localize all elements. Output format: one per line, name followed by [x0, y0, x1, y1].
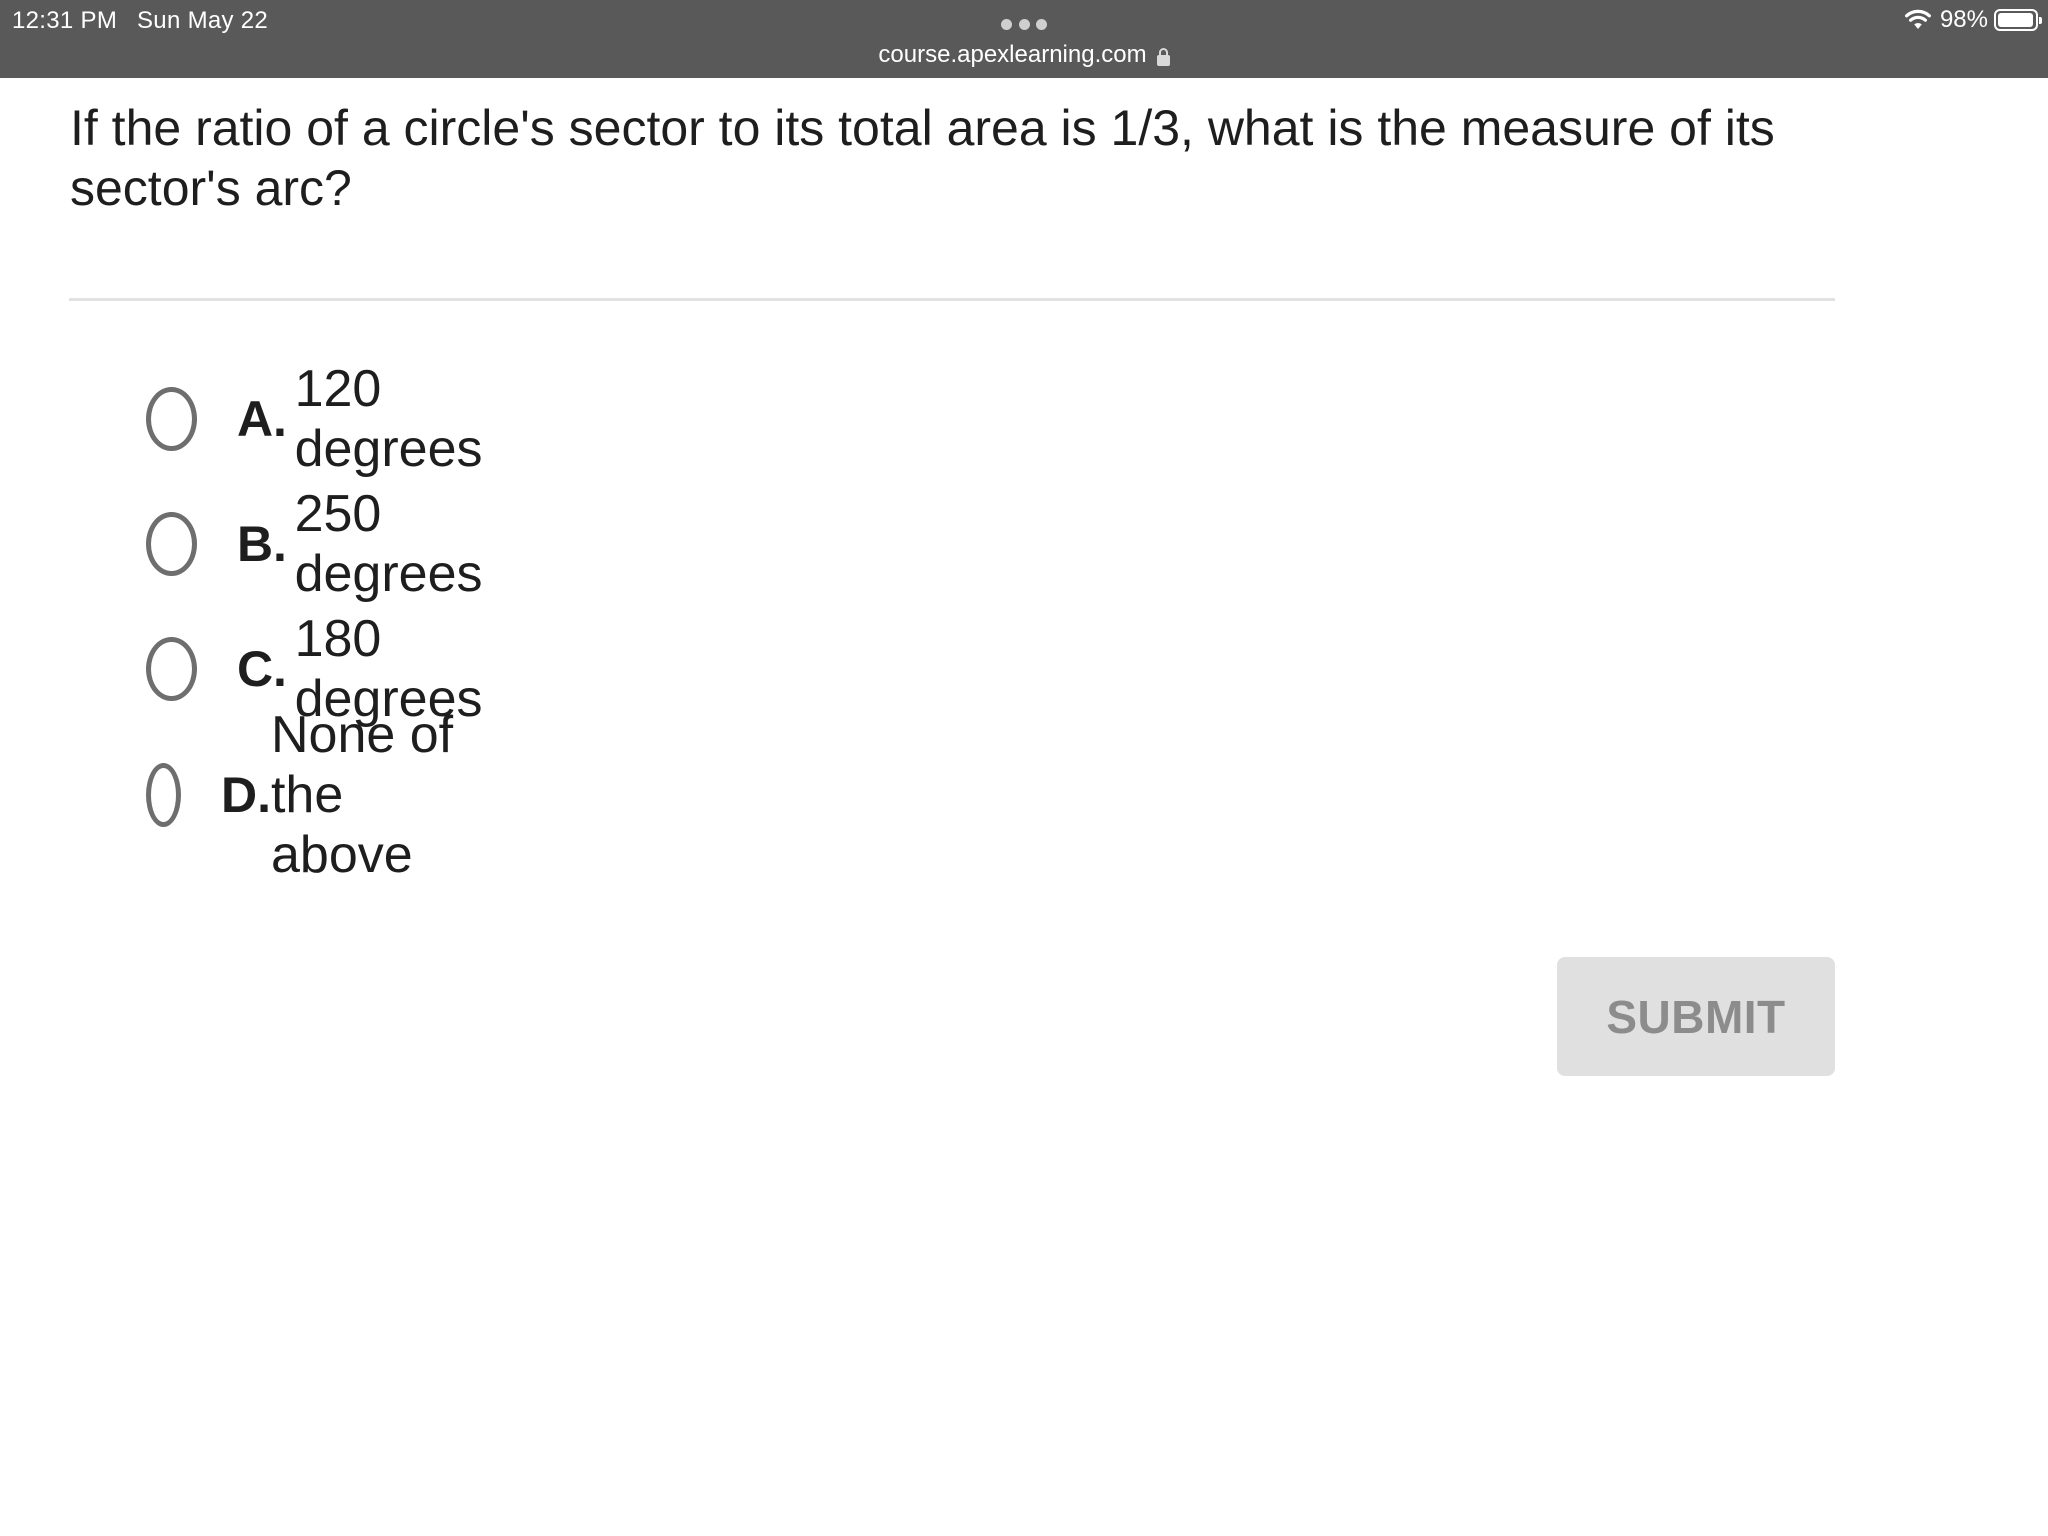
- option-c[interactable]: C. 180 degrees: [146, 610, 514, 728]
- battery-percentage: 98%: [1939, 6, 1988, 33]
- lock-icon: [1156, 48, 1170, 66]
- status-indicators: 98%: [1904, 4, 2042, 36]
- radio-button[interactable]: [146, 763, 181, 827]
- question-text: If the ratio of a circle's sector to its…: [70, 100, 1775, 216]
- url-text: course.apexlearning.com: [878, 41, 1147, 68]
- option-letter: B.: [236, 516, 287, 572]
- divider: [69, 298, 1835, 301]
- option-text: None of the above: [270, 706, 454, 884]
- battery-icon: [1994, 9, 2042, 31]
- option-text: 120 degrees: [294, 360, 483, 478]
- status-time: 12:31 PM: [12, 7, 118, 34]
- option-b[interactable]: B. 250 degrees: [146, 485, 514, 603]
- option-d[interactable]: D. None of the above: [146, 706, 468, 884]
- radio-button[interactable]: [146, 387, 197, 451]
- multitasking-dots-icon[interactable]: [1001, 19, 1047, 31]
- radio-button[interactable]: [146, 512, 197, 576]
- wifi-icon: [1904, 9, 1931, 29]
- option-letter: C.: [236, 641, 287, 697]
- option-letter: A.: [236, 391, 287, 447]
- radio-button[interactable]: [146, 637, 197, 701]
- option-a[interactable]: A. 120 degrees: [146, 360, 514, 478]
- address-bar[interactable]: course.apexlearning.com: [0, 38, 2048, 72]
- status-bar: 12:31 PM Sun May 22 course.apexlearning.…: [0, 0, 2048, 78]
- submit-button[interactable]: SUBMIT: [1557, 957, 1835, 1076]
- option-text: 250 degrees: [294, 485, 483, 603]
- option-letter: D.: [220, 767, 271, 823]
- quiz-page: 12:31 PM Sun May 22 course.apexlearning.…: [0, 0, 2048, 1536]
- status-date: Sun May 22: [137, 7, 269, 34]
